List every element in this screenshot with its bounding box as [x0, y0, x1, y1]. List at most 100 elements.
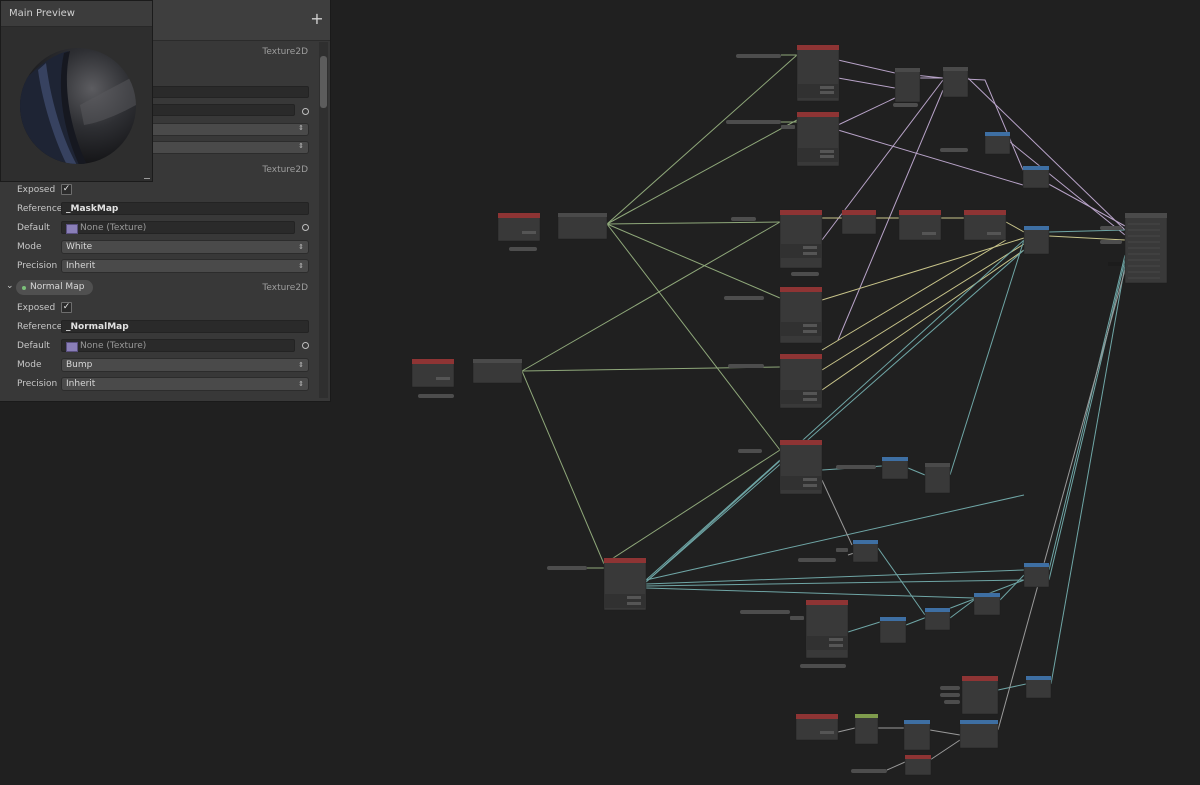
graph-node[interactable]: [879, 616, 907, 644]
dropdown-arrow-icon: ⇕: [298, 124, 304, 132]
graph-node[interactable]: [1022, 165, 1050, 189]
mode-dropdown[interactable]: White ⇕: [61, 240, 309, 254]
property-node[interactable]: [781, 125, 795, 129]
property-node[interactable]: [731, 217, 756, 221]
graph-node[interactable]: [805, 599, 849, 659]
property-node[interactable]: [547, 566, 587, 570]
graph-node[interactable]: [903, 719, 931, 751]
precision-dropdown[interactable]: Inherit ⇕: [61, 377, 309, 391]
property-node[interactable]: [738, 449, 762, 453]
property-node[interactable]: [940, 686, 960, 690]
property-node[interactable]: [724, 296, 764, 300]
property-pill-normal-map[interactable]: Normal Map: [16, 280, 94, 295]
graph-node[interactable]: [779, 286, 823, 344]
exposed-checkbox[interactable]: ✓: [61, 302, 72, 313]
graph-node[interactable]: [984, 131, 1011, 155]
dropdown-arrow-icon: ⇕: [298, 142, 304, 150]
graph-node[interactable]: [1023, 562, 1050, 588]
graph-node[interactable]: [961, 675, 999, 715]
master-node[interactable]: [1124, 212, 1168, 284]
graph-node[interactable]: [973, 592, 1001, 616]
property-node[interactable]: [836, 465, 876, 469]
graph-node[interactable]: [852, 539, 879, 563]
property-node[interactable]: [736, 54, 781, 58]
property-node[interactable]: [509, 247, 537, 251]
mode-value: White: [66, 242, 93, 252]
graph-node[interactable]: [1023, 225, 1050, 255]
graph-node[interactable]: [603, 557, 647, 611]
scrollbar-thumb[interactable]: [320, 56, 327, 108]
graph-node[interactable]: [942, 66, 969, 98]
main-preview-window[interactable]: Main Preview: [0, 0, 153, 182]
graph-node[interactable]: [796, 111, 840, 167]
dropdown-arrow-icon: ⇕: [298, 380, 304, 388]
plus-icon[interactable]: +: [310, 11, 324, 27]
property-node[interactable]: [791, 272, 819, 276]
edge: [645, 579, 1025, 587]
edge: [645, 459, 781, 581]
graph-node[interactable]: [411, 358, 455, 388]
default-row: Default None (Texture): [0, 220, 318, 238]
graph-node[interactable]: [796, 44, 840, 102]
property-node[interactable]: [790, 616, 804, 620]
graph-node[interactable]: [854, 713, 879, 745]
reference-field[interactable]: _MaskMap: [61, 202, 309, 215]
property-node[interactable]: [740, 610, 790, 614]
graph-node[interactable]: [881, 456, 909, 480]
graph-node[interactable]: [557, 212, 608, 240]
exposed-checkbox[interactable]: ✓: [61, 184, 72, 195]
exposed-label: Exposed: [17, 303, 56, 313]
graph-node[interactable]: [795, 713, 839, 741]
graph-node[interactable]: [779, 439, 823, 495]
graph-node[interactable]: [894, 67, 921, 103]
property-node[interactable]: [940, 693, 960, 697]
property-node[interactable]: [893, 103, 918, 107]
graph-node[interactable]: [1025, 675, 1052, 699]
graph-node[interactable]: [497, 212, 541, 242]
graph-node[interactable]: [841, 209, 877, 235]
graph-node[interactable]: [959, 719, 999, 749]
edge: [907, 467, 926, 476]
edge: [1048, 235, 1126, 241]
precision-value: Inherit: [66, 379, 96, 389]
edge: [606, 223, 781, 299]
mode-label: Mode: [17, 360, 42, 370]
graph-node[interactable]: [779, 353, 823, 409]
graph-node[interactable]: [924, 462, 951, 494]
property-node[interactable]: [944, 700, 960, 704]
mode-dropdown[interactable]: Bump ⇕: [61, 358, 309, 372]
default-texture-field[interactable]: None (Texture): [61, 221, 295, 234]
default-texture-field[interactable]: None (Texture): [61, 339, 295, 352]
reference-field[interactable]: _NormalMap: [61, 320, 309, 333]
object-picker-icon[interactable]: [302, 342, 309, 349]
chevron-down-icon[interactable]: ⌄: [6, 281, 14, 291]
main-preview-title[interactable]: Main Preview: [1, 1, 152, 27]
graph-node[interactable]: [924, 607, 951, 631]
graph-node[interactable]: [904, 754, 932, 776]
property-node[interactable]: [836, 548, 848, 552]
object-picker-icon[interactable]: [302, 108, 309, 115]
precision-dropdown[interactable]: Inherit ⇕: [61, 259, 309, 273]
edge: [521, 370, 605, 565]
resize-handle[interactable]: [144, 178, 150, 179]
mode-row: Mode Bump ⇕: [0, 357, 318, 375]
property-node[interactable]: [851, 769, 887, 773]
graph-node[interactable]: [472, 358, 523, 384]
graph-node[interactable]: [963, 209, 1007, 241]
reference-row: Reference _NormalMap: [0, 319, 318, 337]
property-node[interactable]: [1100, 240, 1122, 244]
property-node[interactable]: [418, 394, 454, 398]
property-node[interactable]: [1100, 226, 1122, 230]
property-node[interactable]: [728, 364, 764, 368]
graph-node[interactable]: [898, 209, 942, 241]
property-node[interactable]: [798, 558, 836, 562]
object-picker-icon[interactable]: [302, 224, 309, 231]
property-header-normal-map[interactable]: ⌄ Normal Map Texture2D: [0, 278, 318, 298]
property-node[interactable]: [940, 148, 968, 152]
graph-node[interactable]: [779, 209, 823, 269]
edge: [645, 239, 1025, 583]
property-node[interactable]: [726, 120, 781, 124]
property-node[interactable]: [800, 664, 846, 668]
preview-sphere[interactable]: [18, 45, 138, 167]
property-node[interactable]: [1108, 262, 1122, 266]
